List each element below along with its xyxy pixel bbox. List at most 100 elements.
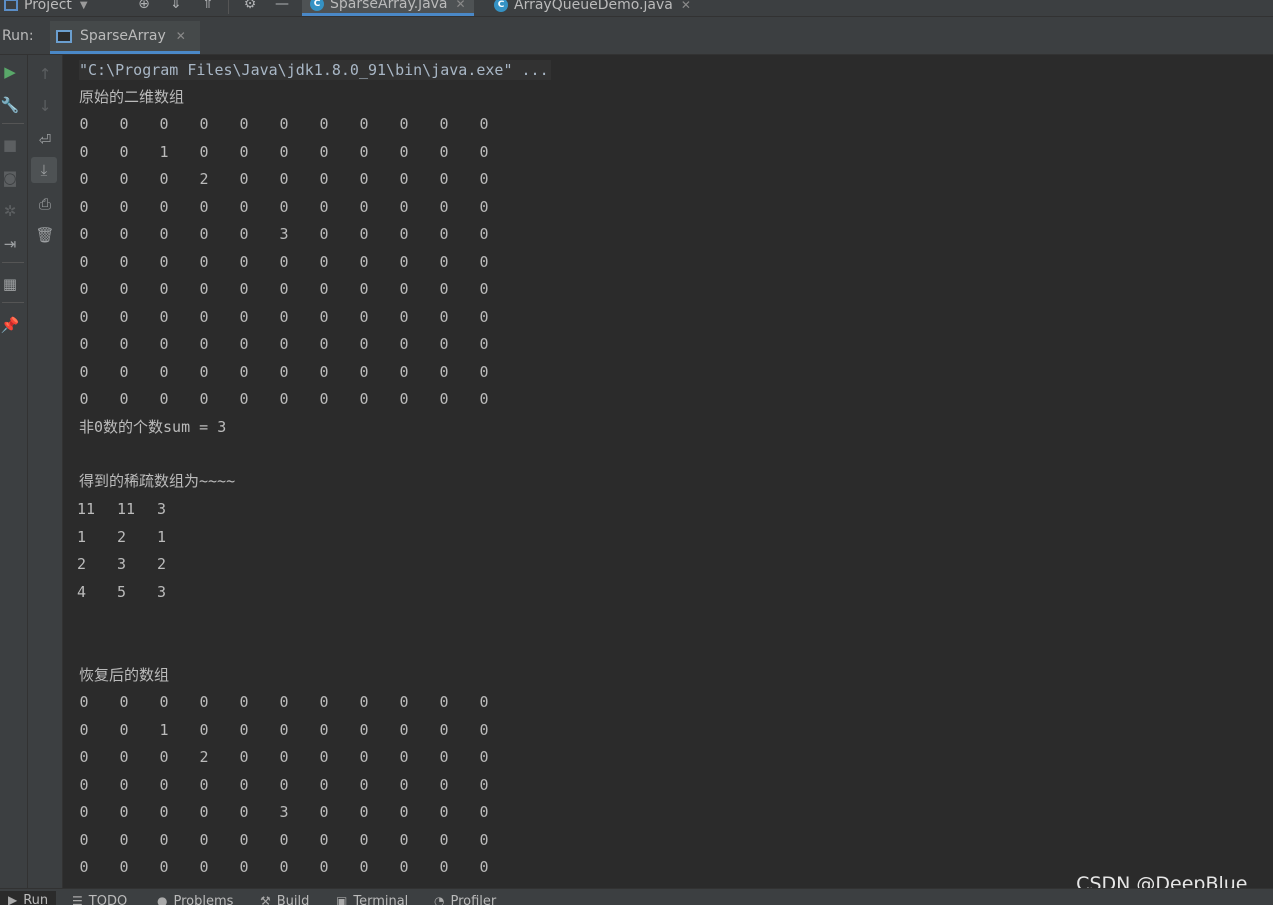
matrix-cell: 0 [277, 857, 291, 877]
matrix-cell: 0 [157, 224, 171, 244]
console-output[interactable]: "C:\Program Files\Java\jdk1.8.0_91\bin\j… [63, 55, 1273, 888]
matrix-cell: 1 [157, 527, 177, 547]
exit-icon[interactable]: ⇥ [0, 234, 20, 254]
original-matrix-row: 00000000000 [63, 362, 663, 382]
tool-tab-label: Terminal [353, 894, 408, 905]
bug-icon[interactable]: ✲ [0, 201, 20, 221]
matrix-cell: 0 [317, 169, 331, 189]
matrix-cell: 0 [157, 252, 171, 272]
matrix-cell: 0 [157, 307, 171, 327]
original-matrix-row: 00020000000 [63, 169, 663, 189]
gear-icon[interactable]: ⚙ [242, 0, 258, 12]
matrix-cell: 0 [77, 802, 91, 822]
matrix-cell: 0 [277, 142, 291, 162]
matrix-cell: 0 [477, 197, 491, 217]
hide-icon[interactable]: — [274, 0, 290, 12]
close-icon[interactable]: ✕ [456, 0, 466, 11]
matrix-cell: 0 [357, 334, 371, 354]
rerun-icon[interactable]: ▶ [0, 62, 20, 82]
matrix-cell: 0 [357, 775, 371, 795]
matrix-cell: 0 [237, 389, 251, 409]
matrix-cell: 3 [277, 802, 291, 822]
tool-window-bar: ▶ Run ☰ TODO ● Problems ⚒ Build ▣ Termin… [0, 888, 1273, 905]
matrix-cell: 0 [117, 307, 131, 327]
print-icon[interactable]: ⎙ [35, 194, 55, 214]
matrix-cell: 0 [397, 197, 411, 217]
matrix-cell: 0 [477, 720, 491, 740]
matrix-cell: 0 [197, 720, 211, 740]
tool-tab-terminal[interactable]: ▣ Terminal [336, 893, 408, 905]
scroll-to-end-icon[interactable]: ⤓ [31, 157, 57, 183]
original-matrix-row: 00000000000 [63, 334, 663, 354]
toolbar-divider [2, 262, 24, 263]
wrench-icon[interactable]: 🔧 [0, 95, 20, 115]
collapse-all-icon[interactable]: ⇓ [168, 0, 184, 12]
tool-tab-profiler[interactable]: ◔ Profiler [434, 893, 496, 905]
tool-tab-problems[interactable]: ● Problems [157, 893, 233, 905]
matrix-cell: 0 [157, 362, 171, 382]
matrix-cell: 0 [317, 747, 331, 767]
arrow-down-icon[interactable]: ↓ [35, 96, 55, 116]
matrix-cell: 0 [117, 720, 131, 740]
tool-tab-build[interactable]: ⚒ Build [260, 893, 309, 905]
matrix-cell: 0 [157, 334, 171, 354]
camera-icon[interactable]: ◙ [0, 168, 20, 188]
restored-matrix-row: 00000000000 [63, 830, 663, 850]
matrix-cell: 0 [237, 197, 251, 217]
matrix-cell: 0 [117, 362, 131, 382]
pin-icon[interactable]: 📌 [0, 315, 20, 335]
sparse-matrix-row: 121 [63, 527, 663, 547]
matrix-cell: 0 [437, 775, 451, 795]
editor-tab-strip: Project ▼ ⊕ ⇓ ⇑ ⚙ — C SparseArray.java ✕… [0, 0, 1273, 17]
expand-all-icon[interactable]: ⇑ [200, 0, 216, 12]
matrix-cell: 0 [437, 857, 451, 877]
close-icon[interactable]: ✕ [681, 0, 691, 12]
matrix-cell: 0 [397, 169, 411, 189]
arrow-up-icon[interactable]: ↑ [35, 64, 55, 84]
restored-array-title: 恢复后的数组 [79, 665, 169, 685]
matrix-cell: 0 [237, 114, 251, 134]
layout-icon[interactable]: ▦ [0, 274, 20, 294]
matrix-cell: 0 [197, 279, 211, 299]
tool-tab-run[interactable]: ▶ Run [0, 891, 56, 905]
matrix-cell: 0 [277, 197, 291, 217]
matrix-cell: 0 [317, 775, 331, 795]
matrix-cell: 0 [277, 720, 291, 740]
project-icon [4, 0, 18, 11]
matrix-cell: 0 [157, 197, 171, 217]
matrix-cell: 0 [317, 362, 331, 382]
restored-matrix-row: 00000000000 [63, 775, 663, 795]
matrix-cell: 0 [237, 307, 251, 327]
matrix-cell: 0 [117, 802, 131, 822]
tool-tab-label: Build [277, 894, 310, 905]
run-actions-toolbar: ▶ 🔧 ■ ◙ ✲ ⇥ ▦ 📌 [0, 55, 28, 888]
locate-icon[interactable]: ⊕ [136, 0, 152, 12]
close-icon[interactable]: ✕ [176, 29, 186, 43]
trash-icon[interactable]: 🗑 [35, 225, 55, 245]
matrix-cell: 0 [237, 279, 251, 299]
run-tab-sparsearray[interactable]: SparseArray ✕ [50, 21, 200, 54]
matrix-cell: 0 [397, 334, 411, 354]
matrix-cell: 0 [437, 224, 451, 244]
matrix-cell: 0 [277, 252, 291, 272]
stop-icon[interactable]: ■ [0, 135, 20, 155]
matrix-cell: 0 [197, 307, 211, 327]
matrix-cell: 0 [197, 362, 211, 382]
console-actions-toolbar: ↑ ↓ ⏎ ⤓ ⎙ 🗑 [28, 55, 63, 888]
tool-tab-todo[interactable]: ☰ TODO [72, 893, 127, 905]
matrix-cell: 0 [117, 857, 131, 877]
matrix-cell: 0 [437, 389, 451, 409]
matrix-cell: 0 [437, 197, 451, 217]
application-icon [56, 30, 72, 43]
soft-wrap-icon[interactable]: ⏎ [35, 130, 55, 150]
matrix-cell: 0 [437, 252, 451, 272]
tab-arrayqueuedemo-java[interactable]: C ArrayQueueDemo.java ✕ [486, 0, 699, 16]
matrix-cell: 0 [117, 114, 131, 134]
tab-sparsearray-java[interactable]: C SparseArray.java ✕ [302, 0, 474, 16]
original-matrix-row: 00000000000 [63, 389, 663, 409]
matrix-cell: 0 [317, 720, 331, 740]
project-view-selector[interactable]: Project ▼ [0, 0, 88, 15]
matrix-cell: 0 [477, 692, 491, 712]
matrix-cell: 0 [437, 142, 451, 162]
matrix-cell: 0 [77, 720, 91, 740]
